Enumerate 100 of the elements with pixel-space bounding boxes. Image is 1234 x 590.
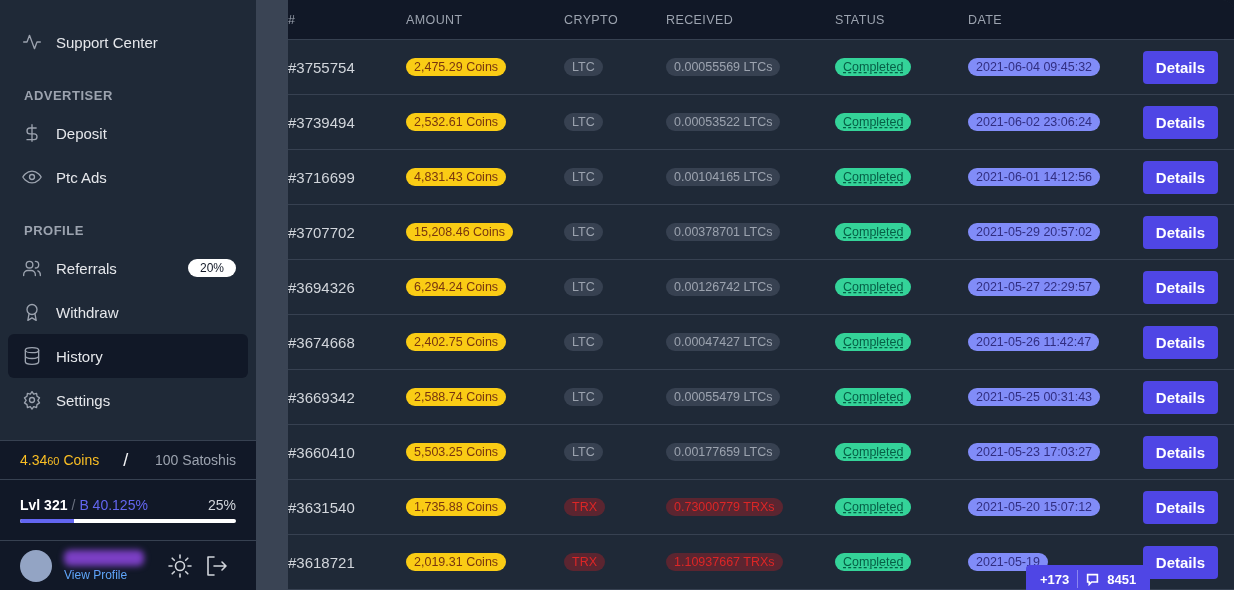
sun-icon[interactable]	[168, 553, 192, 578]
percent-badge: 20%	[187, 259, 236, 277]
crypto-tag: LTC	[564, 388, 603, 406]
details-button[interactable]: Details	[1142, 545, 1218, 579]
status-tag: Completed	[835, 388, 912, 406]
crypto-tag: LTC	[564, 278, 603, 296]
sidebar-item[interactable]: Ptc Ads	[8, 155, 248, 199]
details-button[interactable]: Details	[1142, 490, 1218, 524]
column-header: DATE	[968, 12, 1003, 27]
column-header: STATUS	[835, 12, 886, 27]
pulse-icon	[22, 32, 42, 52]
status-tag: Completed	[835, 553, 912, 571]
sidebar-item[interactable]: Settings	[8, 378, 248, 422]
transaction-id: #3674668	[288, 333, 355, 351]
date-tag: 2021-05-20 15:07:12	[968, 498, 1101, 516]
received-tag: 0.00378701 LTCs	[666, 223, 781, 241]
amount-tag: 2,019.31 Coins	[406, 553, 507, 571]
crypto-tag: LTC	[564, 223, 603, 241]
logout-icon[interactable]	[204, 553, 228, 578]
column-header: AMOUNT	[406, 12, 464, 27]
amount-tag: 2,532.61 Coins	[406, 113, 507, 131]
crypto-tag: LTC	[564, 113, 603, 131]
sidebar-item[interactable]: Withdraw	[8, 290, 248, 334]
details-button[interactable]: Details	[1142, 160, 1218, 194]
details-button[interactable]: Details	[1142, 50, 1218, 84]
details-button[interactable]: Details	[1142, 105, 1218, 139]
date-tag: 2021-06-02 23:06:24	[968, 113, 1101, 131]
status-tag: Completed	[835, 223, 912, 241]
message-count: 8451	[1107, 571, 1137, 587]
progress-percent: 25%	[207, 497, 236, 513]
transaction-id: #3694326	[288, 278, 355, 296]
received-tag: 0.73000779 TRXs	[666, 498, 783, 516]
received-tag: 1.10937667 TRXs	[666, 553, 783, 571]
separator-text: /	[123, 449, 129, 471]
crypto-tag: LTC	[564, 443, 603, 461]
amount-tag: 2,475.29 Coins	[406, 58, 507, 76]
date-tag: 2021-06-01 14:12:56	[968, 168, 1101, 186]
details-button[interactable]: Details	[1142, 325, 1218, 359]
satoshi-balance: 100 Satoshis	[155, 452, 236, 468]
date-tag: 2021-05-19	[968, 553, 1048, 571]
received-tag: 0.00055479 LTCs	[666, 388, 781, 406]
sidebar-item[interactable]: Deposit	[8, 111, 248, 155]
date-tag: 2021-05-25 00:31:43	[968, 388, 1101, 406]
section-heading: PROFILE	[23, 222, 85, 240]
details-button[interactable]: Details	[1142, 215, 1218, 249]
details-button[interactable]: Details	[1142, 435, 1218, 469]
column-header: CRYPTO	[564, 12, 620, 27]
chat-widget[interactable]: +173 8451	[1026, 565, 1151, 590]
received-tag: 0.00104165 LTCs	[666, 168, 781, 186]
crypto-tag: LTC	[564, 333, 603, 351]
received-tag: 0.00177659 LTCs	[666, 443, 781, 461]
status-tag: Completed	[835, 58, 912, 76]
transaction-id: #3631540	[288, 498, 355, 516]
chat-icon	[1086, 572, 1100, 586]
date-tag: 2021-05-23 17:03:27	[968, 443, 1101, 461]
amount-tag: 4,831.43 Coins	[406, 168, 507, 186]
crypto-tag: LTC	[564, 58, 603, 76]
view-profile-link[interactable]: View Profile	[64, 567, 152, 582]
amount-tag: 2,588.74 Coins	[406, 388, 507, 406]
avatar[interactable]	[20, 549, 52, 582]
column-header: #	[288, 12, 297, 27]
amount-tag: 5,503.25 Coins	[406, 443, 507, 461]
date-tag: 2021-06-04 09:45:32	[968, 58, 1101, 76]
status-tag: Completed	[835, 333, 912, 351]
date-tag: 2021-05-26 11:42:47	[968, 333, 1100, 351]
transaction-id: #3669342	[288, 388, 355, 406]
sidebar-item[interactable]: Referrals 20%	[8, 246, 248, 290]
transaction-id: #3618721	[288, 553, 355, 571]
status-tag: Completed	[835, 113, 912, 131]
separator-text: /	[71, 497, 76, 513]
amount-tag: 2,402.75 Coins	[406, 333, 507, 351]
online-count: +173	[1040, 571, 1070, 587]
transaction-id: #3716699	[288, 168, 355, 186]
transaction-id: #3660410	[288, 443, 355, 461]
transaction-id: #3739494	[288, 113, 355, 131]
crypto-tag: TRX	[564, 553, 605, 571]
crypto-tag: LTC	[564, 168, 603, 186]
bonus-text: B 40.125%	[79, 497, 148, 513]
received-tag: 0.00126742 LTCs	[666, 278, 781, 296]
received-tag: 0.00047427 LTCs	[666, 333, 781, 351]
amount-tag: 15,208.46 Coins	[406, 223, 514, 241]
users-icon	[22, 258, 42, 278]
date-tag: 2021-05-29 20:57:02	[968, 223, 1101, 241]
column-header: RECEIVED	[666, 12, 735, 27]
date-tag: 2021-05-27 22:29:57	[968, 278, 1101, 296]
level-text: Lvl 321	[20, 497, 68, 513]
sidebar-item[interactable]: Support Center	[8, 20, 248, 64]
status-tag: Completed	[835, 498, 912, 516]
status-tag: Completed	[835, 443, 912, 461]
received-tag: 0.00055569 LTCs	[666, 58, 781, 76]
transaction-id: #3707702	[288, 223, 355, 241]
coin-balance: 4.3460 Coins	[20, 452, 100, 468]
sidebar-item[interactable]: History	[8, 334, 248, 378]
details-button[interactable]: Details	[1142, 380, 1218, 414]
status-tag: Completed	[835, 278, 912, 296]
details-button[interactable]: Details	[1142, 270, 1218, 304]
database-icon	[22, 346, 42, 366]
transaction-id: #3755754	[288, 58, 355, 76]
received-tag: 0.00053522 LTCs	[666, 113, 781, 131]
crypto-tag: TRX	[564, 498, 605, 516]
